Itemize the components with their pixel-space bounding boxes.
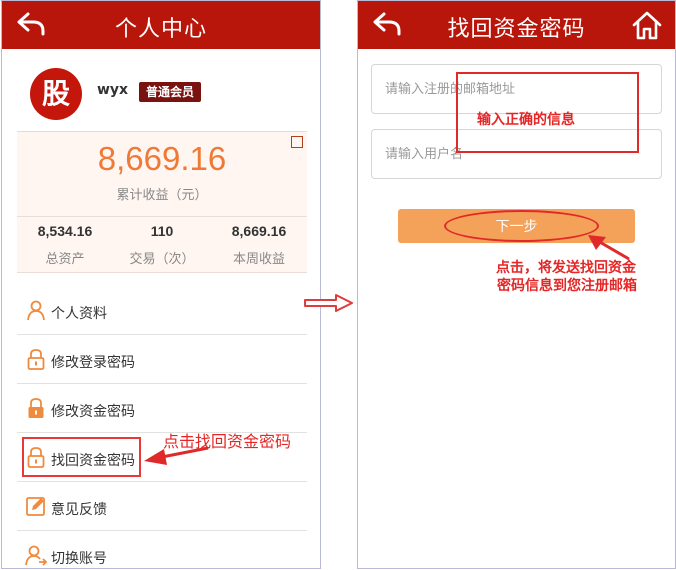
annotation-input-correct-info: 输入正确的信息 [477, 112, 575, 128]
total-earnings-label: 累计收益（元） [116, 188, 208, 203]
menu-item-change-fund-password[interactable]: 修改资金密码 [17, 384, 307, 433]
stat-total-assets: 8,534.16 总资产 [17, 223, 113, 267]
user-profile: 股 wyx 普通会员 [2, 49, 320, 131]
menu-item-feedback[interactable]: 意见反馈 [17, 482, 307, 531]
next-step-arrow-icon [304, 294, 353, 312]
page-title: 个人中心 [114, 17, 207, 42]
menu-item-profile[interactable]: 个人资料 [17, 286, 307, 335]
stat-label: 交易（次） [129, 252, 195, 267]
home-icon[interactable] [631, 9, 663, 41]
menu-item-label: 意见反馈 [51, 502, 107, 518]
annotation-arrow-icon [144, 446, 209, 465]
stat-value: 8,534.16 [37, 223, 93, 239]
stat-value: 8,669.16 [231, 223, 287, 239]
stat-label: 总资产 [45, 252, 85, 267]
stat-value: 110 [150, 223, 174, 239]
next-button-highlight-ellipse [444, 210, 599, 242]
lock-closed-icon [28, 398, 44, 418]
stat-trades: 110 交易（次） [114, 223, 210, 267]
divider [17, 216, 307, 217]
menu-item-change-login-password[interactable]: 修改登录密码 [17, 335, 307, 384]
page-title: 找回资金密码 [447, 17, 586, 42]
menu-item-switch-account[interactable]: 切换账号 [17, 531, 307, 568]
annotation-next-hint-line2: 密码信息到您注册邮箱 [497, 278, 637, 294]
menu-item-label: 找回资金密码 [51, 453, 135, 469]
stat-weekly-earnings: 8,669.16 本周收益 [211, 223, 307, 267]
personal-center-screen: 个人中心 股 wyx 普通会员 8,669.16 累计收益（元） 8,534.1… [1, 0, 321, 569]
tutorial-canvas: 个人中心 股 wyx 普通会员 8,669.16 累计收益（元） 8,534.1… [0, 0, 676, 570]
person-icon [27, 300, 45, 321]
lock-open-icon [27, 447, 45, 468]
top-bar: 找回资金密码 [358, 1, 675, 49]
menu-item-label: 切换账号 [51, 551, 107, 567]
annotation-next-hint-line1: 点击，将发送找回资金 [496, 260, 636, 276]
member-level-badge: 普通会员 [139, 82, 202, 102]
total-earnings-value: 8,669.16 [97, 140, 227, 177]
menu-item-label: 个人资料 [51, 306, 107, 322]
username: wyx [97, 82, 129, 98]
avatar[interactable]: 股 [30, 68, 82, 120]
switch-user-icon [25, 545, 47, 566]
menu-item-label: 修改登录密码 [51, 355, 135, 371]
lock-open-icon [27, 349, 45, 370]
earnings-card: 8,669.16 累计收益（元） 8,534.16 总资产 110 交易（次） … [17, 131, 307, 273]
stat-label: 本周收益 [232, 252, 285, 267]
edit-icon [26, 497, 45, 516]
menu-item-label: 修改资金密码 [51, 404, 135, 420]
top-bar: 个人中心 [2, 1, 320, 49]
